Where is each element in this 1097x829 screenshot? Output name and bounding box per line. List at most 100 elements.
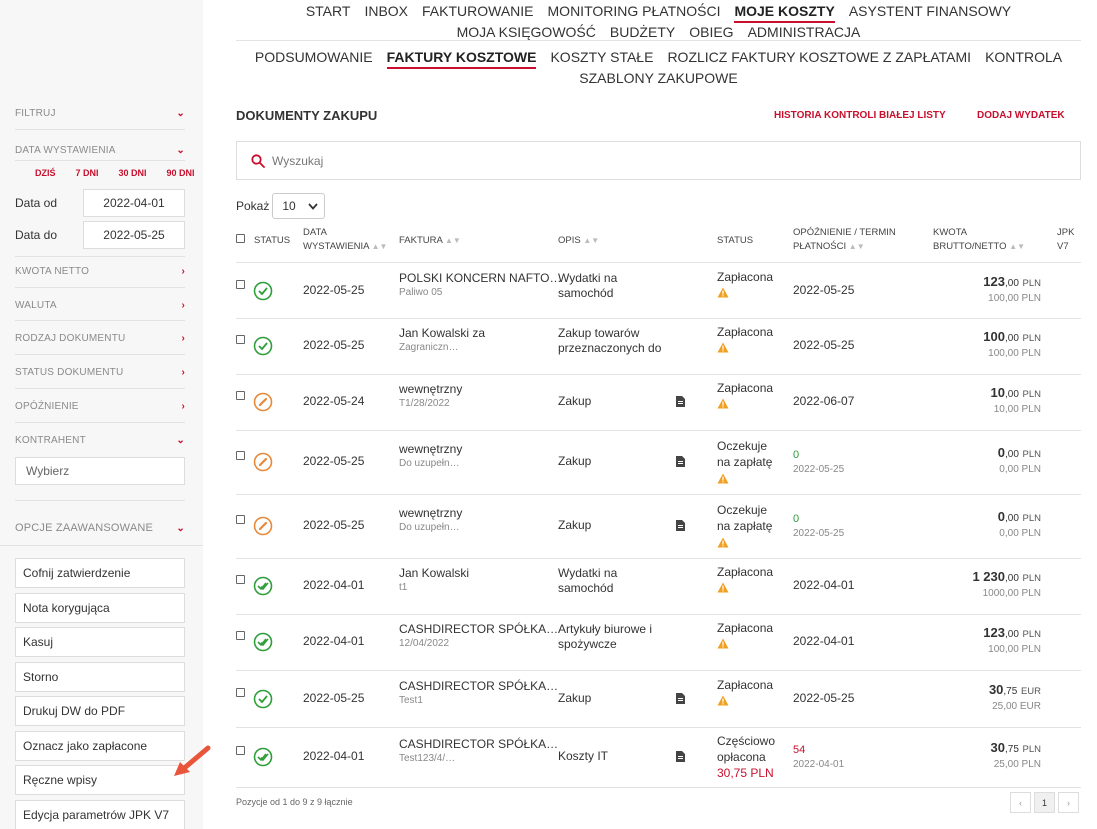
subnav-summary[interactable]: PODSUMOWANIE	[255, 48, 373, 69]
document-type-filter[interactable]: RODZAJ DOKUMENTU ›	[15, 333, 185, 344]
document-icon[interactable]	[676, 396, 685, 407]
page-number-button[interactable]: 1	[1034, 792, 1055, 813]
check-icon	[253, 689, 273, 709]
row-checkbox[interactable]	[236, 688, 245, 697]
quick-7-days[interactable]: 7 DNI	[76, 168, 99, 178]
subnav-purchase-templates[interactable]: SZABLONY ZAKUPOWE	[579, 69, 737, 88]
nav-start[interactable]: START	[306, 2, 351, 23]
row-checkbox[interactable]	[236, 391, 245, 400]
filter-header[interactable]: FILTRUJ ⌄	[15, 108, 185, 119]
row-due-date: 2022-05-25	[793, 283, 855, 297]
date-from-label: Data od	[15, 196, 58, 210]
search-bar	[236, 141, 1081, 180]
date-from-input[interactable]	[83, 189, 185, 217]
subnav-control[interactable]: KONTROLA	[985, 48, 1062, 69]
quick-30-days[interactable]: 30 DNI	[119, 168, 147, 178]
row-invoice-name[interactable]: Jan Kowalski za	[399, 326, 485, 341]
row-checkbox[interactable]	[236, 335, 245, 344]
row-invoice-name[interactable]: CASHDIRECTOR SPÓŁKA…	[399, 622, 558, 637]
nav-my-costs[interactable]: MOJE KOSZTY	[734, 2, 835, 23]
nav-inbox[interactable]: INBOX	[364, 2, 408, 23]
row-invoice-name[interactable]: wewnętrzny	[399, 382, 462, 397]
credit-note-button[interactable]: Nota korygująca	[15, 593, 185, 623]
chevron-down-icon: ⌄	[176, 145, 185, 156]
add-expense-link[interactable]: DODAJ WYDATEK	[977, 110, 1065, 121]
document-icon[interactable]	[676, 751, 685, 762]
row-invoice-name[interactable]: wewnętrzny	[399, 442, 462, 457]
row-invoice-name[interactable]: wewnętrzny	[399, 506, 462, 521]
contractor-select[interactable]: Wybierz	[15, 457, 185, 485]
advanced-options-header[interactable]: OPCJE ZAAWANSOWANE ⌄	[15, 522, 185, 534]
col-payment-status[interactable]: STATUS	[717, 234, 753, 248]
select-all-checkbox[interactable]	[236, 234, 245, 243]
subnav-cost-invoices[interactable]: FAKTURY KOSZTOWE	[386, 48, 537, 69]
prev-page-button[interactable]: ‹	[1010, 792, 1031, 813]
row-due-date: 2022-05-25	[793, 528, 845, 539]
row-payment-status: Częściowo	[717, 734, 776, 748]
col-invoice[interactable]: FAKTURA ▲▼	[399, 234, 461, 248]
row-invoice-name[interactable]: Jan Kowalski	[399, 566, 469, 581]
document-status-label: STATUS DOKUMENTU	[15, 367, 124, 378]
document-icon[interactable]	[676, 456, 685, 467]
jpk-params-button[interactable]: Edycja parametrów JPK V7	[15, 800, 185, 829]
whitelist-history-link[interactable]: HISTORIA KONTROLI BIAŁEJ LISTY	[774, 110, 946, 121]
col-description[interactable]: OPIS ▲▼	[558, 234, 599, 248]
net-amount-filter[interactable]: KWOTA NETTO ›	[15, 266, 185, 277]
currency-label: WALUTA	[15, 300, 57, 311]
search-input[interactable]	[272, 153, 972, 168]
print-pdf-button[interactable]: Drukuj DW do PDF	[15, 696, 185, 726]
chevron-right-icon: ›	[181, 300, 185, 311]
row-date: 2022-05-25	[303, 338, 365, 352]
warning-icon	[717, 287, 729, 298]
row-checkbox[interactable]	[236, 280, 245, 289]
col-jpk[interactable]: JPK V7	[1057, 226, 1074, 254]
col-delay[interactable]: OPÓŹNIENIE / TERMIN PŁATNOŚCI ▲▼	[793, 226, 896, 254]
row-checkbox[interactable]	[236, 746, 245, 755]
quick-90-days[interactable]: 90 DNI	[167, 168, 195, 178]
row-description: Zakup towarów	[558, 326, 640, 340]
delete-button[interactable]: Kasuj	[15, 627, 185, 657]
row-payment-status: Zapłacona	[717, 565, 774, 579]
nav-invoicing[interactable]: FAKTUROWANIE	[422, 2, 534, 23]
subnav-fixed-costs[interactable]: KOSZTY STAŁE	[550, 48, 653, 69]
document-type-label: RODZAJ DOKUMENTU	[15, 333, 126, 344]
currency-filter[interactable]: WALUTA ›	[15, 300, 185, 311]
document-icon[interactable]	[676, 693, 685, 704]
row-checkbox[interactable]	[236, 631, 245, 640]
storno-button[interactable]: Storno	[15, 662, 185, 692]
nav-payment-monitoring[interactable]: MONITORING PŁATNOŚCI	[548, 2, 721, 23]
document-status-filter[interactable]: STATUS DOKUMENTU ›	[15, 367, 185, 378]
col-issue-date[interactable]: DATA WYSTAWIENIA ▲▼	[303, 226, 387, 254]
page-size-select[interactable]: 10	[272, 193, 326, 219]
quick-today[interactable]: DZIŚ	[35, 168, 56, 178]
row-checkbox[interactable]	[236, 575, 245, 584]
row-invoice-name[interactable]: CASHDIRECTOR SPÓŁKA…	[399, 737, 558, 752]
main-nav: START INBOX FAKTUROWANIE MONITORING PŁAT…	[236, 2, 1081, 42]
document-icon[interactable]	[676, 520, 685, 531]
mark-paid-button[interactable]: Oznacz jako zapłacone	[15, 731, 185, 761]
col-status[interactable]: STATUS	[254, 234, 290, 248]
row-due-date: 2022-05-25	[793, 464, 845, 475]
row-invoice-name[interactable]: POLSKI KONCERN NAFTO…	[399, 271, 561, 286]
row-checkbox[interactable]	[236, 515, 245, 524]
row-due-date: 2022-04-01	[793, 578, 855, 592]
arrow-pointer-icon	[174, 745, 211, 776]
date-section-header[interactable]: DATA WYSTAWIENIA ⌄	[15, 145, 185, 156]
row-date: 2022-04-01	[303, 634, 365, 648]
row-checkbox[interactable]	[236, 451, 245, 460]
subnav-settle-invoices[interactable]: ROZLICZ FAKTURY KOSZTOWE Z ZAPŁATAMI	[667, 48, 971, 69]
filter-sidebar: FILTRUJ ⌄ DATA WYSTAWIENIA ⌄ DZIŚ 7 DNI …	[0, 0, 203, 829]
divider	[236, 430, 1081, 431]
contractor-filter[interactable]: KONTRAHENT ⌄	[15, 435, 185, 446]
row-invoice-name[interactable]: CASHDIRECTOR SPÓŁKA…	[399, 679, 558, 694]
next-page-button[interactable]: ›	[1058, 792, 1079, 813]
nav-financial-assistant[interactable]: ASYSTENT FINANSOWY	[849, 2, 1011, 23]
row-invoice-number: Test1	[399, 695, 423, 706]
col-amount[interactable]: KWOTA BRUTTO/NETTO ▲▼	[933, 226, 1025, 254]
row-description: Wydatki na	[558, 271, 618, 285]
undo-approval-button[interactable]: Cofnij zatwierdzenie	[15, 558, 185, 588]
date-to-input[interactable]	[83, 221, 185, 249]
delay-filter[interactable]: OPÓŹNIENIE ›	[15, 401, 185, 412]
manual-entries-button[interactable]: Ręczne wpisy	[15, 765, 185, 795]
warning-icon	[717, 582, 729, 593]
